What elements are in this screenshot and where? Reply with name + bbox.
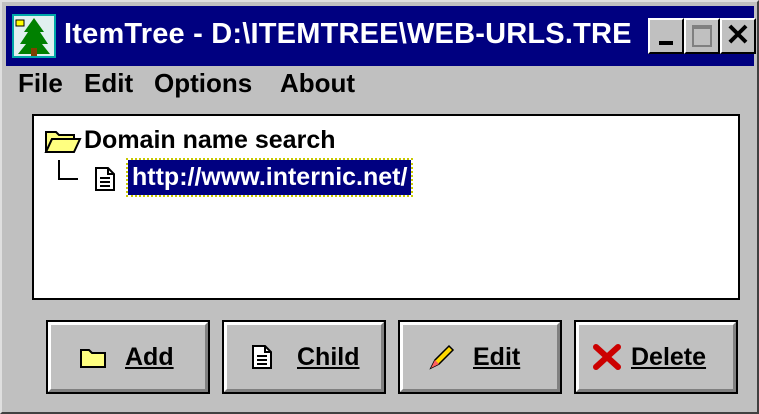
child-button-label: Child bbox=[297, 343, 360, 371]
tree-connector-line bbox=[58, 160, 78, 180]
close-button[interactable]: ✕ bbox=[720, 18, 756, 54]
menu-bar: File Edit Options About bbox=[6, 66, 754, 102]
edit-button[interactable]: Edit bbox=[398, 320, 562, 394]
document-icon bbox=[95, 167, 115, 191]
open-folder-icon bbox=[44, 131, 82, 153]
app-window: ItemTree - D:\ITEMTREE\WEB-URLS.TRE ✕ Fi… bbox=[0, 0, 759, 414]
tree-root-label: Domain name search bbox=[84, 126, 336, 154]
folder-icon bbox=[80, 349, 106, 368]
close-icon: ✕ bbox=[725, 19, 751, 52]
delete-button[interactable]: Delete bbox=[574, 320, 738, 394]
menu-about[interactable]: About bbox=[280, 68, 355, 99]
item-tree[interactable]: Domain name search http://www.internic.n… bbox=[32, 114, 740, 300]
menu-file[interactable]: File bbox=[18, 68, 63, 99]
maximize-icon bbox=[692, 25, 712, 47]
minimize-icon bbox=[659, 41, 673, 45]
menu-options[interactable]: Options bbox=[154, 68, 252, 99]
minimize-button[interactable] bbox=[648, 18, 684, 54]
tree-child-label-selected[interactable]: http://www.internic.net/ bbox=[125, 158, 414, 197]
maximize-button[interactable] bbox=[684, 18, 720, 54]
pencil-icon bbox=[429, 344, 455, 370]
tree-app-icon[interactable] bbox=[12, 14, 56, 58]
edit-button-label: Edit bbox=[473, 343, 521, 371]
add-child-button[interactable]: Child bbox=[222, 320, 386, 394]
title-bar[interactable]: ItemTree - D:\ITEMTREE\WEB-URLS.TRE ✕ bbox=[6, 6, 756, 66]
document-icon bbox=[252, 345, 272, 369]
add-button[interactable]: Add bbox=[46, 320, 210, 394]
menu-edit[interactable]: Edit bbox=[84, 68, 133, 99]
add-button-label: Add bbox=[125, 343, 174, 371]
window-title: ItemTree - D:\ITEMTREE\WEB-URLS.TRE bbox=[64, 18, 632, 50]
red-x-icon bbox=[593, 344, 621, 370]
delete-button-label: Delete bbox=[631, 343, 707, 371]
